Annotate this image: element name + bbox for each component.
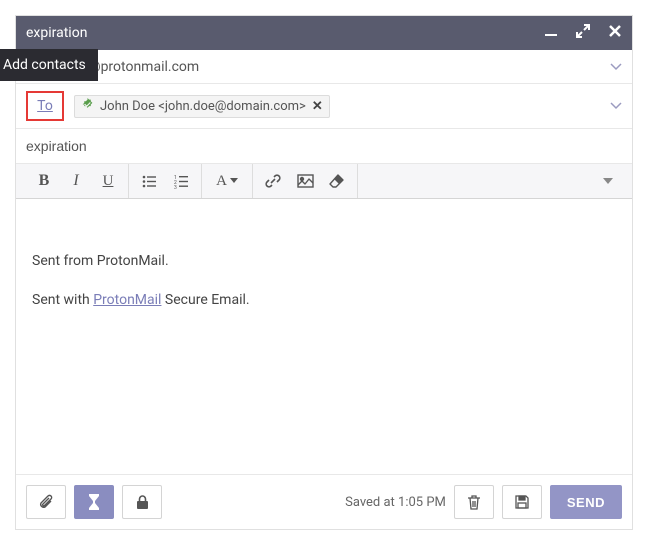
chevron-down-icon[interactable] <box>610 59 622 75</box>
chevron-down-icon[interactable] <box>610 98 622 114</box>
underline-button[interactable]: U <box>92 164 124 198</box>
image-button[interactable] <box>289 164 321 198</box>
encrypt-button[interactable] <box>122 485 162 519</box>
svg-text:3: 3 <box>174 185 177 189</box>
editor-toolbar: B I U 123 A <box>16 164 632 199</box>
eraser-button[interactable] <box>321 164 353 198</box>
from-address: @protonmail.com <box>88 59 199 75</box>
titlebar: expiration <box>16 16 632 50</box>
recipient-text: John Doe <john.doe@domain.com> <box>100 99 306 114</box>
from-row: @protonmail.com <box>16 50 632 84</box>
font-button[interactable]: A <box>206 164 248 198</box>
attach-button[interactable] <box>26 485 66 519</box>
titlebar-title: expiration <box>26 25 544 41</box>
unordered-list-button[interactable] <box>133 164 165 198</box>
email-body[interactable]: Sent from ProtonMail. Sent with ProtonMa… <box>16 199 632 474</box>
close-icon[interactable] <box>608 24 622 42</box>
ordered-list-button[interactable]: 123 <box>165 164 197 198</box>
to-button[interactable]: To <box>37 98 53 114</box>
to-label-highlight: To <box>26 91 64 121</box>
italic-button[interactable]: I <box>60 164 92 198</box>
body-line-1: Sent from ProtonMail. <box>32 251 616 272</box>
saved-status: Saved at 1:05 PM <box>345 495 446 510</box>
add-contacts-tooltip: Add contacts <box>0 49 98 81</box>
delete-button[interactable] <box>454 485 494 519</box>
send-button[interactable]: SEND <box>550 485 622 519</box>
to-row: To John Doe <john.doe@domain.com> ✕ <box>16 84 632 129</box>
subject-row <box>16 129 632 164</box>
expand-icon[interactable] <box>576 24 590 42</box>
remove-recipient-icon[interactable]: ✕ <box>312 99 323 114</box>
more-toolbar-button[interactable] <box>592 164 624 198</box>
footer: Saved at 1:05 PM SEND <box>16 474 632 529</box>
save-draft-button[interactable] <box>502 485 542 519</box>
subject-input[interactable] <box>26 134 622 158</box>
body-line-2: Sent with ProtonMail Secure Email. <box>32 290 616 311</box>
compose-window: Add contacts expiration @protonmail.com … <box>15 15 633 530</box>
recipient-chip[interactable]: John Doe <john.doe@domain.com> ✕ <box>74 95 330 118</box>
protonmail-link[interactable]: ProtonMail <box>93 292 161 308</box>
minimize-icon[interactable] <box>544 24 558 42</box>
link-button[interactable] <box>257 164 289 198</box>
expiration-button[interactable] <box>74 485 114 519</box>
bold-button[interactable]: B <box>28 164 60 198</box>
verified-icon <box>81 98 94 115</box>
